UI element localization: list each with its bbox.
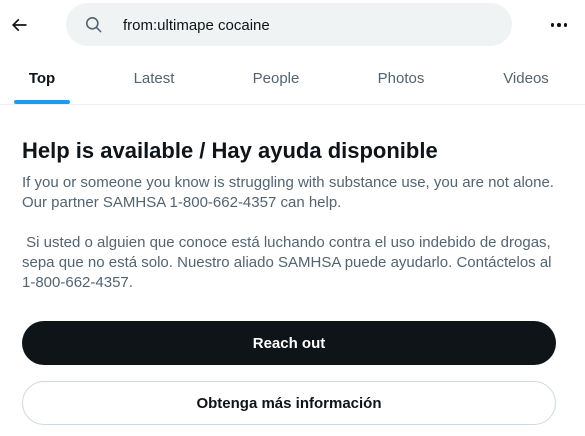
back-button[interactable]: [4, 8, 34, 42]
reach-out-button[interactable]: Reach out: [22, 321, 556, 365]
tab-latest[interactable]: Latest: [120, 52, 188, 104]
active-tab-indicator: [14, 100, 70, 104]
more-horizontal-icon: [563, 23, 568, 27]
tab-photos[interactable]: Photos: [365, 52, 437, 104]
help-title: Help is available / Hay ayuda disponible: [22, 138, 438, 163]
search-input[interactable]: [123, 15, 493, 35]
more-horizontal-icon: [550, 23, 555, 27]
more-horizontal-icon: [557, 23, 561, 27]
more-info-button[interactable]: Obtenga más información: [22, 381, 556, 425]
search-box[interactable]: [66, 3, 512, 46]
help-text-spanish: Si usted o alguien que conoce está lucha…: [22, 234, 556, 291]
more-options-button[interactable]: [545, 13, 573, 37]
search-tabs: Top Latest People Photos Videos: [0, 52, 585, 105]
tab-top[interactable]: Top: [14, 52, 70, 104]
tab-people[interactable]: People: [240, 52, 312, 104]
tab-videos[interactable]: Videos: [490, 52, 562, 104]
top-bar: [0, 0, 585, 50]
arrow-left-icon: [11, 18, 27, 32]
help-text-english: If you or someone you know is struggling…: [22, 174, 554, 211]
search-icon: [85, 16, 102, 33]
